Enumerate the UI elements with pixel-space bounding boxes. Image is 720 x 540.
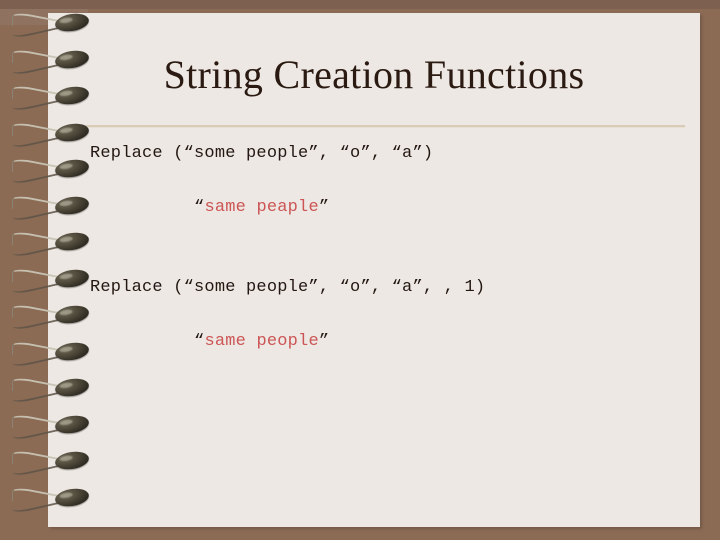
- code-result-line: “same peaple”: [90, 167, 690, 248]
- result-close-quote: ”: [318, 332, 330, 351]
- code-call-line: Replace (“some people”, “o”, “a”, , 1): [90, 278, 486, 297]
- code-block: Replace (“some people”, “o”, “a”) “same …: [90, 140, 690, 248]
- background-top-band: [0, 0, 720, 9]
- code-result-line: “same people”: [90, 301, 690, 382]
- result-text: same people: [204, 332, 319, 351]
- code-call-line: Replace (“some people”, “o”, “a”): [90, 144, 434, 163]
- result-close-quote: ”: [318, 198, 330, 217]
- result-open-quote: “: [194, 198, 205, 217]
- title-divider: [85, 125, 685, 128]
- result-open-quote: “: [194, 332, 205, 351]
- result-text: same peaple: [204, 198, 319, 217]
- slide: String Creation Functions Replace (“some…: [0, 0, 720, 540]
- page-title: String Creation Functions: [163, 52, 585, 97]
- slide-page: String Creation Functions Replace (“some…: [48, 13, 700, 527]
- code-block: Replace (“some people”, “o”, “a”, , 1) “…: [90, 274, 690, 382]
- slide-body: Replace (“some people”, “o”, “a”) “same …: [90, 140, 690, 408]
